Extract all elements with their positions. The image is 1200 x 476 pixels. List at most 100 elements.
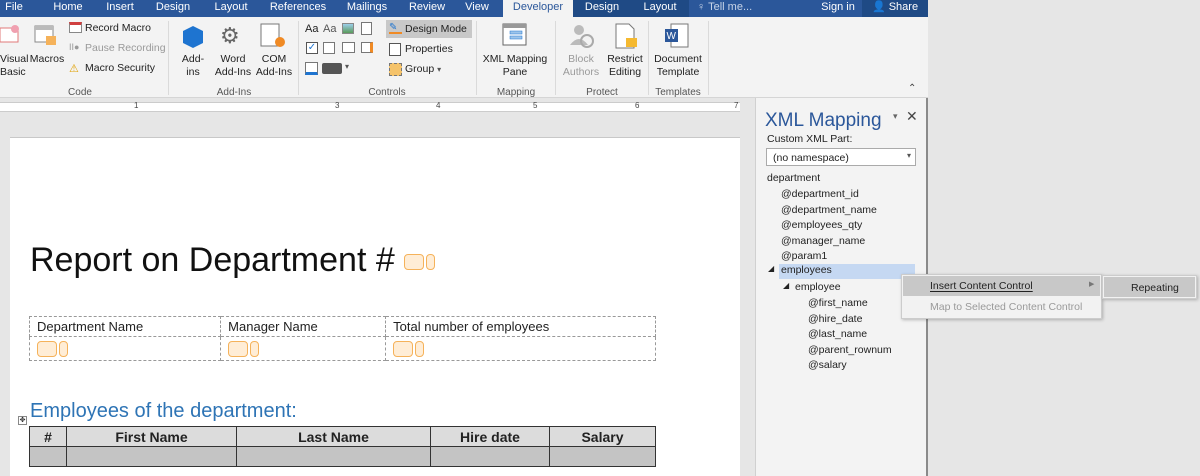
properties-button[interactable]: Properties <box>405 43 453 56</box>
rich-text-control-icon[interactable]: Aa <box>305 23 318 35</box>
group-label-code: Code <box>68 87 92 98</box>
group-button[interactable]: Group ▾ <box>405 63 441 76</box>
content-control-employees-qty[interactable] <box>393 340 414 357</box>
com-addins-button[interactable]: COM Add-Ins <box>254 53 294 79</box>
chevron-down-icon: ▾ <box>906 151 911 160</box>
close-icon[interactable]: ✕ <box>906 108 918 125</box>
tab-review[interactable]: Review <box>402 0 452 17</box>
svg-text:W: W <box>667 31 677 42</box>
department-info-table: Department Name Manager Name Total number … <box>28 316 656 361</box>
header-total-employees: Total number of employees <box>385 316 656 337</box>
tab-layout[interactable]: Layout <box>206 0 256 17</box>
table-row[interactable] <box>29 446 656 467</box>
tab-design[interactable]: Design <box>148 0 198 17</box>
word-addins-button[interactable]: Word Add-Ins <box>212 53 254 79</box>
content-control-department-id[interactable] <box>404 254 425 271</box>
picture-control-icon[interactable] <box>342 23 354 34</box>
macros-icon <box>34 25 56 45</box>
content-control-end <box>250 340 260 357</box>
tab-file[interactable]: File <box>0 0 28 17</box>
menu-item-map-to-selected: Map to Selected Content Control <box>930 301 1083 313</box>
tab-insert[interactable]: Insert <box>98 0 142 17</box>
custom-xml-part-select[interactable]: (no namespace) ▾ <box>766 148 916 166</box>
tree-node-attribute[interactable]: @parent_rownum <box>808 344 892 356</box>
record-macro-button[interactable]: Record Macro <box>85 22 151 35</box>
xml-mapping-icon <box>502 23 527 46</box>
document-title: Report on Department # <box>30 241 437 280</box>
addins-button[interactable]: Add-ins <box>176 53 210 79</box>
tab-home[interactable]: Home <box>44 0 92 17</box>
sign-in-link[interactable]: Sign in <box>815 0 861 17</box>
tree-node-attribute[interactable]: @department_name <box>781 204 877 216</box>
content-control-manager-name[interactable] <box>228 340 249 357</box>
document-page[interactable]: Report on Department # Department Name Ma… <box>10 137 740 476</box>
record-macro-icon <box>69 22 82 33</box>
store-addins-icon <box>183 26 203 48</box>
gear-icon: ⚙ <box>220 23 240 48</box>
table-move-handle-icon[interactable]: ✥ <box>18 416 27 425</box>
menu-item-repeating[interactable]: Repeating <box>1104 277 1195 297</box>
content-control-end <box>426 254 436 271</box>
tab-table-design[interactable]: Design <box>573 0 631 17</box>
tree-node-attribute[interactable]: @param1 <box>781 250 827 262</box>
column-header-number: # <box>29 426 67 447</box>
pane-options-icon[interactable]: ▾ <box>893 111 898 122</box>
collapse-ribbon-icon[interactable]: ⌃ <box>908 83 916 94</box>
design-mode-icon: ✎ <box>389 22 402 34</box>
date-picker-control-icon[interactable] <box>361 42 373 53</box>
document-template-button[interactable]: Document Template <box>650 53 706 79</box>
group-icon <box>389 63 402 76</box>
header-department-name: Department Name <box>28 316 222 337</box>
group-label-mapping: Mapping <box>496 87 536 98</box>
tab-table-layout[interactable]: Layout <box>631 0 689 17</box>
chevron-down-icon: ▾ <box>345 62 350 71</box>
menu-item-insert-content-control[interactable]: Insert Content Control ▶ <box>903 276 1100 296</box>
tree-node-attribute[interactable]: @last_name <box>808 328 867 340</box>
group-label-protect: Protect <box>586 87 618 98</box>
group-label-templates: Templates <box>655 87 701 98</box>
checkbox-control-icon[interactable]: ✓ <box>306 42 318 54</box>
tree-node-attribute[interactable]: @manager_name <box>781 235 865 247</box>
xml-mapping-pane-button[interactable]: XML Mapping Pane <box>479 53 551 79</box>
content-control-department-name[interactable] <box>37 340 57 357</box>
tab-developer[interactable]: Developer <box>503 0 573 17</box>
tab-references[interactable]: References <box>262 0 334 17</box>
repeating-section-control-icon[interactable] <box>305 62 318 75</box>
horizontal-ruler[interactable]: 1 3 4 5 6 7 <box>0 101 740 112</box>
combo-box-control-icon[interactable] <box>323 42 335 54</box>
dropdown-list-control-icon[interactable] <box>342 42 355 53</box>
group-divider <box>708 21 709 95</box>
restrict-editing-button[interactable]: Restrict Editing <box>605 53 645 79</box>
design-mode-button[interactable]: ✎ Design Mode <box>386 20 472 38</box>
lightbulb-icon: ♀ <box>697 1 709 13</box>
share-button[interactable]: 👤 Share <box>862 0 928 17</box>
tree-node-attribute[interactable]: @salary <box>808 359 847 371</box>
expand-triangle-icon[interactable]: ◢ <box>783 281 789 290</box>
tree-node-attribute[interactable]: @employees_qty <box>781 219 862 231</box>
macros-button[interactable]: Macros <box>28 53 66 66</box>
properties-icon <box>389 43 401 56</box>
tab-view[interactable]: View <box>456 0 498 17</box>
tab-mailings[interactable]: Mailings <box>338 0 396 17</box>
tree-node-attribute[interactable]: @first_name <box>808 297 868 309</box>
plain-text-control-icon[interactable]: Aa <box>323 23 336 35</box>
pause-recording-button: Pause Recording <box>85 42 166 54</box>
tell-me-box[interactable]: ♀ Tell me... <box>697 0 767 17</box>
tree-node-employees[interactable]: employees <box>779 264 915 279</box>
macro-security-button[interactable]: Macro Security <box>85 62 155 75</box>
visual-basic-button[interactable]: Visual Basic <box>0 53 28 79</box>
content-control-end <box>59 340 68 357</box>
visual-basic-icon <box>0 25 19 43</box>
expand-triangle-icon[interactable]: ◢ <box>768 264 774 273</box>
tree-node-attribute[interactable]: @department_id <box>781 188 859 200</box>
content-control-end <box>415 340 425 357</box>
column-header-last-name: Last Name <box>236 426 431 447</box>
tree-node-department[interactable]: department <box>767 172 820 184</box>
column-header-salary: Salary <box>549 426 656 447</box>
custom-xml-part-label: Custom XML Part: <box>767 133 853 145</box>
legacy-tools-icon[interactable] <box>322 63 342 74</box>
ribbon-tab-bar: File Home Insert Design Layout Reference… <box>0 0 928 17</box>
building-block-control-icon[interactable] <box>361 22 372 35</box>
tree-node-employee[interactable]: employee <box>795 281 841 293</box>
tree-node-attribute[interactable]: @hire_date <box>808 313 862 325</box>
